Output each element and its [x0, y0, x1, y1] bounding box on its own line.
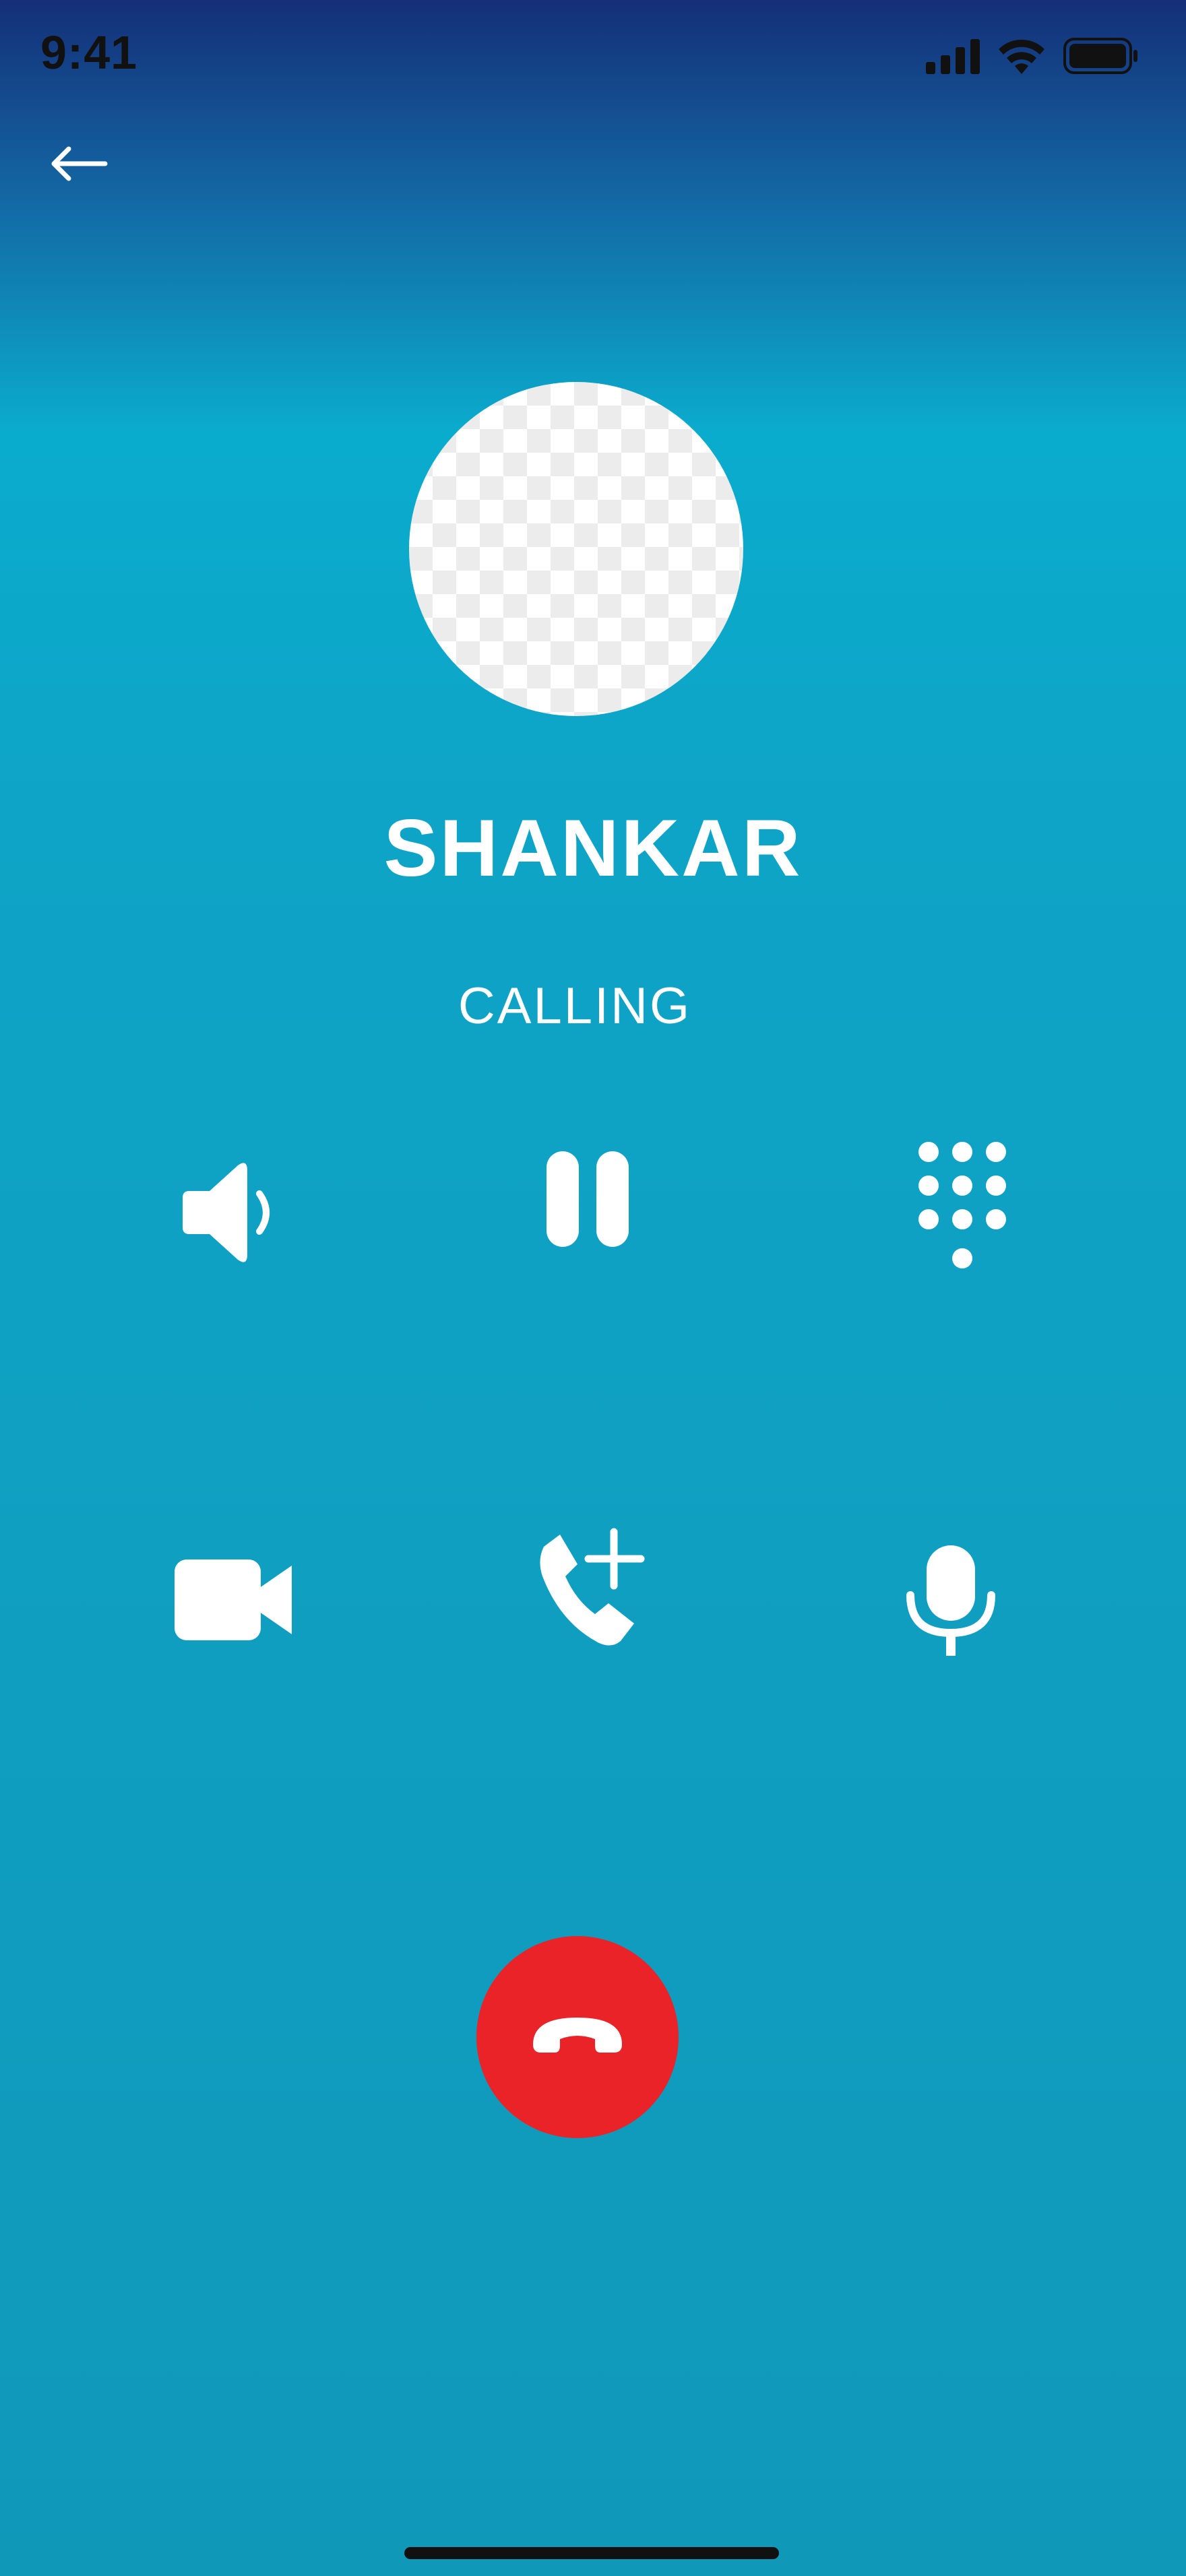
video-camera-icon: [173, 1556, 294, 1644]
mute-button[interactable]: [870, 1519, 1032, 1681]
back-button[interactable]: [42, 138, 116, 192]
hang-up-icon: [530, 2012, 625, 2062]
add-call-icon: [533, 1528, 648, 1649]
speaker-button[interactable]: [147, 1132, 309, 1293]
microphone-icon: [904, 1543, 998, 1657]
home-indicator: [404, 2547, 779, 2559]
add-call-button[interactable]: [509, 1508, 671, 1669]
end-call-button[interactable]: [476, 1936, 679, 2138]
call-status: CALLING: [458, 977, 692, 1035]
hold-button[interactable]: [507, 1118, 668, 1280]
contact-avatar: [409, 382, 743, 716]
video-button[interactable]: [153, 1519, 315, 1681]
arrow-left-icon: [49, 143, 109, 187]
cellular-signal-icon: [926, 39, 980, 74]
call-screen: 9:41 SHANKAR CALLING: [0, 0, 1186, 2576]
pause-icon: [544, 1149, 631, 1250]
contact-name: SHANKAR: [383, 803, 803, 893]
dialpad-icon: [915, 1138, 1009, 1273]
status-bar: 9:41: [0, 0, 1186, 115]
battery-icon: [1063, 38, 1139, 74]
wifi-icon: [997, 38, 1046, 74]
speaker-icon: [177, 1159, 278, 1266]
status-icons: [926, 38, 1139, 74]
keypad-button[interactable]: [881, 1125, 1043, 1287]
status-time: 9:41: [40, 26, 138, 79]
